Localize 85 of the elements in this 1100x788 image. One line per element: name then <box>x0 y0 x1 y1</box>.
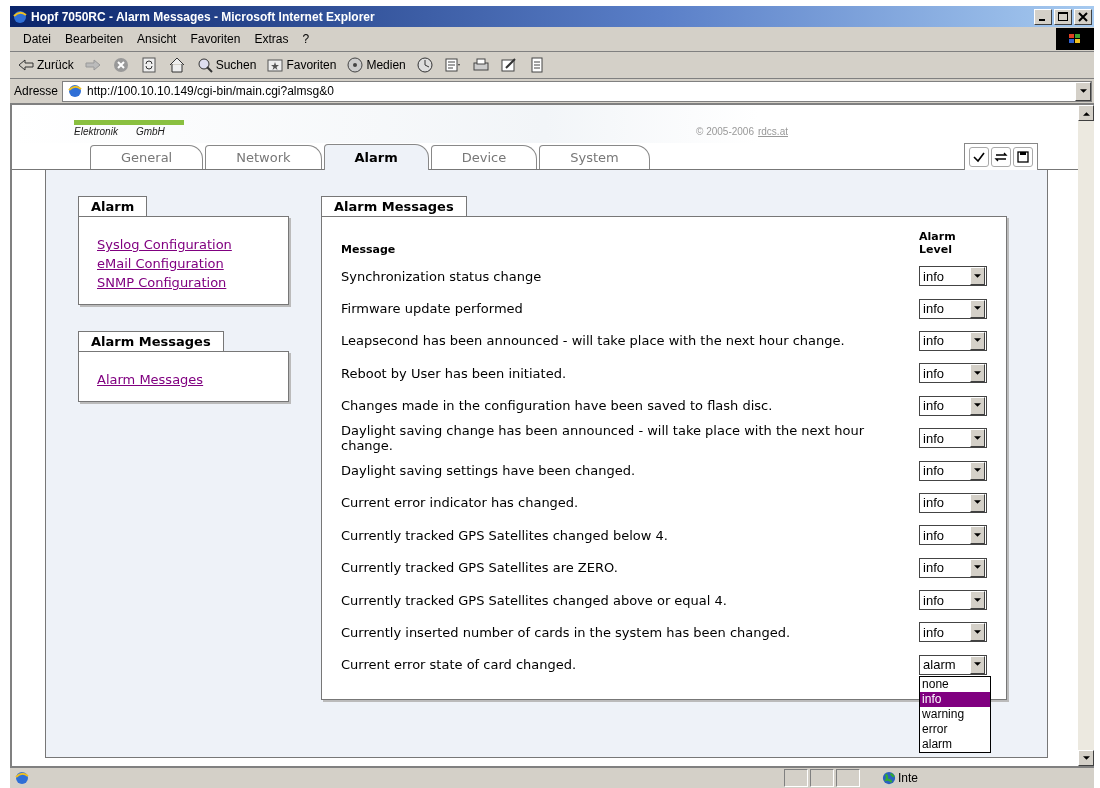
swap-arrows-icon[interactable] <box>991 147 1011 167</box>
logo-text: Elektronik <box>74 126 118 137</box>
column-header: Message <box>340 242 397 258</box>
nav-tab[interactable]: Device <box>430 145 538 169</box>
menu-item[interactable]: Extras <box>247 32 296 46</box>
sidebar-link[interactable]: Syslog Configuration <box>97 237 270 252</box>
address-label: Adresse <box>14 84 59 98</box>
check-icon[interactable] <box>969 147 989 167</box>
box-title: Alarm <box>78 196 148 216</box>
level-select[interactable]: info <box>919 557 988 578</box>
media-icon <box>346 56 365 74</box>
menu-item[interactable]: Favoriten <box>183 32 248 46</box>
media-button[interactable]: Medien <box>343 56 409 74</box>
edit-icon <box>499 56 518 74</box>
search-button[interactable]: Suchen <box>192 56 260 74</box>
nav-tab[interactable]: Alarm <box>323 144 429 170</box>
sidebar-link[interactable]: eMail Configuration <box>97 256 270 271</box>
nav-tab[interactable]: Network <box>205 145 322 169</box>
level-select[interactable]: info <box>919 525 988 546</box>
scroll-up-icon[interactable] <box>1078 105 1094 121</box>
menu-item[interactable]: Datei <box>16 32 58 46</box>
message-text: Changes made in the configuration have been saved to flash disc. <box>340 397 774 416</box>
close-icon[interactable] <box>1074 8 1092 25</box>
home-icon <box>167 56 186 74</box>
address-field[interactable]: http://100.10.10.149/cgi-bin/main.cgi?almsg&0 <box>62 80 1092 102</box>
level-select[interactable]: info <box>919 395 988 416</box>
windows-logo-icon <box>1056 28 1094 50</box>
dropdown-option[interactable]: info <box>920 691 991 707</box>
browser-logo-icon <box>12 8 28 25</box>
level-select[interactable]: info <box>919 492 988 513</box>
message-text: Currently inserted number of cards in the system has been changed. <box>340 624 792 642</box>
sidebar-link[interactable]: Alarm Messages <box>97 372 270 387</box>
save-icon[interactable] <box>1013 147 1033 167</box>
globe-icon <box>882 771 896 785</box>
sidebar-link[interactable]: SNMP Configuration <box>97 275 270 290</box>
scroll-down-icon[interactable] <box>1078 750 1094 766</box>
zone-text: Inte <box>898 771 918 785</box>
clock-icon <box>415 56 434 74</box>
message-text: Currently tracked GPS Satellites changed above or equal 4. <box>340 591 728 610</box>
level-select[interactable]: info <box>919 428 988 449</box>
message-text: Leapsecond has been announced - will take place with the next hour change. <box>340 332 846 351</box>
back-button[interactable]: Zurück <box>14 56 77 74</box>
level-select[interactable]: info <box>919 363 988 384</box>
maximize-icon[interactable] <box>1054 8 1072 25</box>
window-title: Hopf 7050RC - Alarm Messages - Microsoft Internet Explorer <box>31 9 376 24</box>
level-select[interactable]: info <box>919 590 988 611</box>
stop-icon <box>111 56 130 74</box>
menu-item[interactable]: Ansicht <box>130 32 184 46</box>
nav-tab[interactable]: General <box>90 145 204 169</box>
level-select[interactable]: info <box>919 622 988 643</box>
dropdown-option[interactable]: error <box>920 721 991 737</box>
copyright-text: © 2005-2006 <box>696 126 754 137</box>
menu-item[interactable]: ? <box>295 32 317 46</box>
mail-icon <box>443 56 462 74</box>
level-select[interactable]: info <box>919 460 988 481</box>
message-text: Daylight saving settings have been changed. <box>340 462 637 481</box>
level-select[interactable]: info <box>919 298 988 319</box>
dropdown-option[interactable]: none <box>920 676 991 692</box>
message-text: Firmware update performed <box>340 300 524 319</box>
message-text: Currently tracked GPS Satellites are ZERO. <box>340 559 619 578</box>
minimize-icon[interactable] <box>1034 8 1052 25</box>
menu-item[interactable]: Bearbeiten <box>58 32 131 46</box>
message-text: Reboot by User has been initiated. <box>340 364 568 383</box>
message-text: Current error state of card changed. <box>340 656 578 675</box>
printer-icon <box>471 56 490 74</box>
logo-text: GmbH <box>135 126 165 137</box>
dropdown-option[interactable]: alarm <box>920 736 991 752</box>
page-icon <box>14 770 30 786</box>
box-title: Alarm Messages <box>321 196 467 216</box>
level-select[interactable]: info <box>919 266 988 287</box>
dropdown-option[interactable]: warning <box>920 706 991 722</box>
column-header: Alarm Level <box>918 229 957 258</box>
page-icon <box>67 83 84 99</box>
favorites-button[interactable]: Favoriten <box>263 56 340 74</box>
message-text: Synchronization status change <box>340 267 543 286</box>
message-text: Current error indicator has changed. <box>340 494 580 513</box>
refresh-icon <box>139 56 158 74</box>
search-icon <box>195 56 214 74</box>
box-title: Alarm Messages <box>78 331 224 351</box>
back-arrow-icon <box>17 56 35 74</box>
level-select[interactable]: info <box>919 330 988 351</box>
vertical-scrollbar[interactable] <box>1078 105 1094 766</box>
message-text: Currently tracked GPS Satellites changed below 4. <box>340 526 669 545</box>
nav-tab[interactable]: System <box>539 145 650 169</box>
message-text: Daylight saving change has been announced - will take place with the next hour change. <box>340 422 866 455</box>
